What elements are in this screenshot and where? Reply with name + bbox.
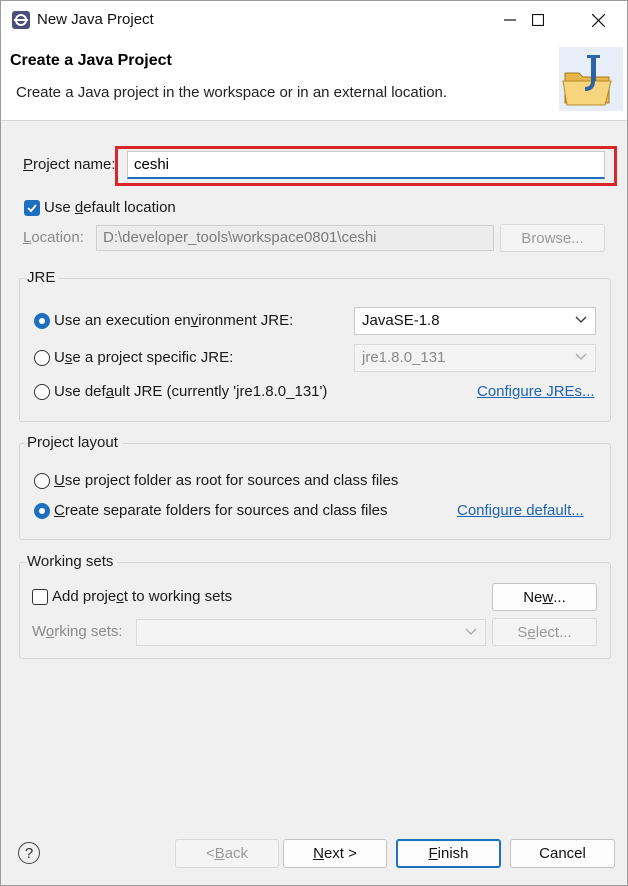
wizard-title: Create a Java Project <box>10 52 172 69</box>
browse-button[interactable]: Browse... <box>500 224 605 252</box>
close-button[interactable] <box>575 1 621 39</box>
chevron-down-icon <box>575 353 587 360</box>
chevron-down-icon <box>575 316 587 323</box>
help-icon[interactable]: ? <box>18 842 40 864</box>
execution-environment-radio[interactable] <box>34 313 50 329</box>
project-specific-jre-label: Use a project specific JRE: <box>54 349 234 366</box>
working-sets-group-title: Working sets <box>27 553 118 570</box>
project-specific-jre-radio[interactable] <box>34 350 50 366</box>
working-sets-select[interactable] <box>136 619 486 646</box>
maximize-button[interactable] <box>515 1 561 39</box>
wizard-description: Create a Java project in the workspace o… <box>16 84 448 101</box>
project-specific-jre-select[interactable]: jre1.8.0_131 <box>354 344 596 372</box>
new-java-project-dialog: New Java Project Create a Java Project C… <box>0 0 628 886</box>
cancel-button[interactable]: Cancel <box>510 839 615 868</box>
java-project-folder-icon <box>559 47 623 111</box>
location-label: Location: <box>23 229 84 246</box>
project-name-label: Project name: <box>23 156 116 173</box>
jre-group-title: JRE <box>27 269 60 286</box>
close-icon <box>591 13 605 27</box>
separate-folders-radio[interactable] <box>34 503 50 519</box>
project-name-input[interactable] <box>127 151 605 179</box>
add-to-working-sets-checkbox[interactable] <box>32 589 48 605</box>
default-jre-label: Use default JRE (currently 'jre1.8.0_131… <box>54 383 328 400</box>
default-jre-radio[interactable] <box>34 384 50 400</box>
eclipse-app-icon <box>12 11 30 29</box>
configure-jres-link[interactable]: Configure JREs... <box>477 383 595 400</box>
project-specific-jre-value: jre1.8.0_131 <box>362 349 446 366</box>
window-title: New Java Project <box>37 11 154 28</box>
separate-folders-label: Create separate folders for sources and … <box>54 502 388 519</box>
title-bar: New Java Project <box>1 1 627 39</box>
project-layout-group-title: Project layout <box>27 434 122 451</box>
execution-environment-value: JavaSE-1.8 <box>362 312 440 329</box>
location-input[interactable]: D:\developer_tools\workspace0801\ceshi <box>96 225 494 251</box>
project-layout-group <box>19 443 611 540</box>
select-working-sets-button[interactable]: Se lect... <box>492 618 597 646</box>
back-button[interactable]: < Back <box>175 839 279 868</box>
checkmark-icon <box>27 204 37 213</box>
working-sets-label: Working sets: <box>32 623 123 640</box>
configure-default-link[interactable]: Configure default... <box>457 502 584 519</box>
next-button[interactable]: Next > <box>283 839 387 868</box>
wizard-banner: Create a Java Project Create a Java proj… <box>1 39 627 121</box>
project-folder-root-label: Use project folder as root for sources a… <box>54 472 399 489</box>
use-default-location-label: Use default location <box>44 199 176 216</box>
project-folder-root-radio[interactable] <box>34 473 50 489</box>
execution-environment-select[interactable]: JavaSE-1.8 <box>354 307 596 335</box>
new-working-set-button[interactable]: Ne w... <box>492 583 597 611</box>
use-default-location-checkbox[interactable] <box>24 200 40 216</box>
execution-environment-label: Use an execution environment JRE: <box>54 312 294 329</box>
maximize-icon <box>532 14 544 26</box>
finish-button[interactable]: Finish <box>396 839 501 868</box>
chevron-down-icon <box>465 628 477 635</box>
add-to-working-sets-label: Add project to working sets <box>52 588 233 605</box>
